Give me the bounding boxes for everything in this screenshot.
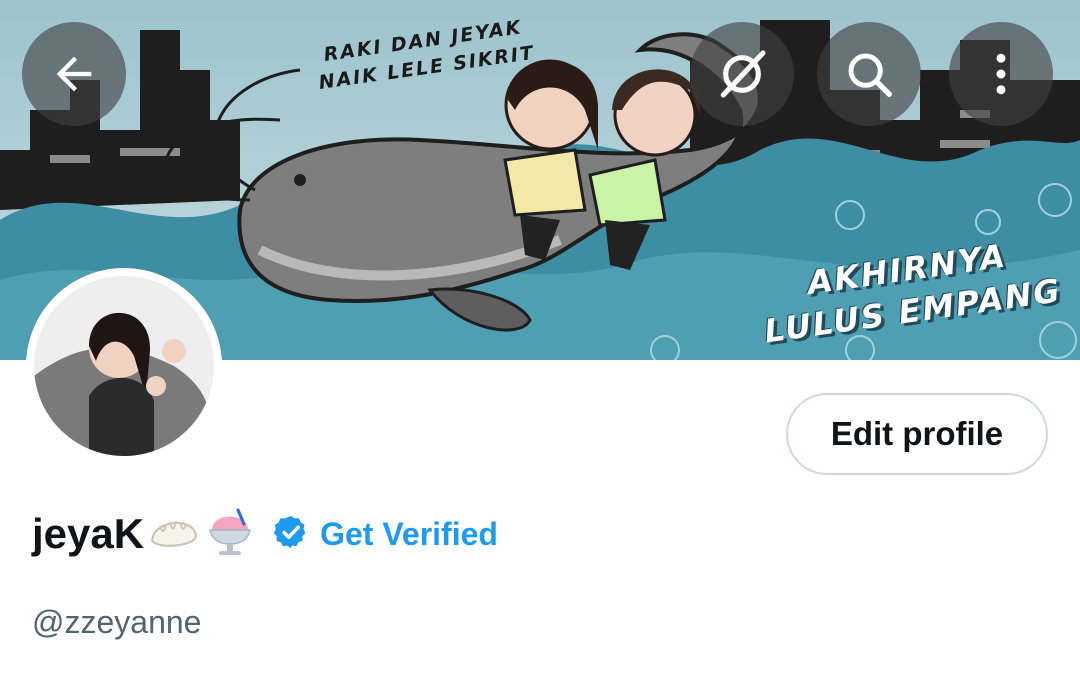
profile-avatar[interactable] xyxy=(26,268,222,464)
user-handle: @zzeyanne xyxy=(32,604,202,640)
display-name-row: jeyaK Get Verified xyxy=(32,502,498,566)
search-icon xyxy=(848,53,892,97)
dumpling-icon xyxy=(148,512,200,557)
verified-badge-icon xyxy=(272,513,310,556)
shaved-ice-icon xyxy=(204,506,256,563)
display-name: jeyaK xyxy=(32,510,145,557)
grok-icon xyxy=(720,50,766,98)
grok-button[interactable] xyxy=(690,22,794,126)
arrow-left-icon xyxy=(56,56,92,92)
avatar-image xyxy=(34,276,214,456)
back-button[interactable] xyxy=(22,22,126,126)
get-verified-link[interactable]: Get Verified xyxy=(320,516,498,553)
edit-profile-button[interactable]: Edit profile xyxy=(786,393,1048,475)
more-vertical-icon xyxy=(996,53,1006,95)
search-button[interactable] xyxy=(817,22,921,126)
more-button[interactable] xyxy=(949,22,1053,126)
